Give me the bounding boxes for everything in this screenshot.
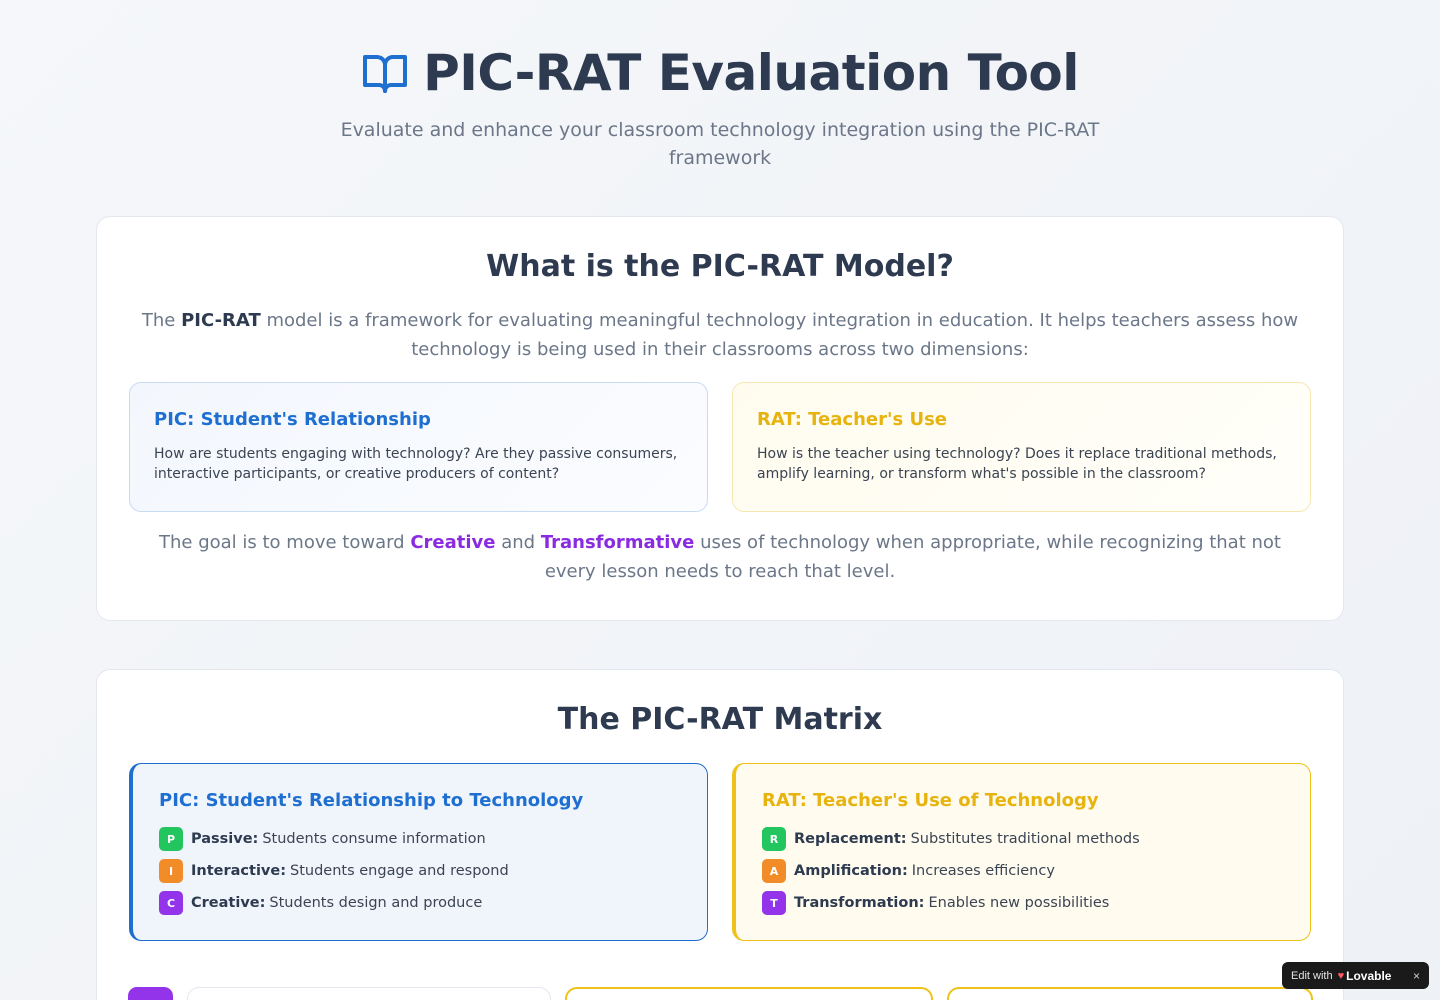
item-desc: Increases efficiency — [911, 863, 1055, 879]
badge-c: C — [159, 891, 183, 915]
matrix-cell[interactable] — [947, 987, 1313, 1000]
badge-p: P — [159, 827, 183, 851]
rat-matrix-title: RAT: Teacher's Use of Technology — [762, 790, 1099, 811]
badge-prefix: Edit with — [1291, 969, 1333, 982]
item-desc: Students engage and respond — [290, 863, 509, 879]
dimension-row: PIC: Student's Relationship How are stud… — [97, 382, 1343, 512]
rat-dimension-box: RAT: Teacher's Use How is the teacher us… — [732, 382, 1311, 512]
about-intro: The PIC-RAT model is a framework for eva… — [97, 306, 1343, 364]
item-label: Transformation: — [794, 895, 925, 911]
page-header: PIC-RAT Evaluation Tool Evaluate and enh… — [0, 0, 1440, 172]
matrix-row: PIC: Student's Relationship to Technolog… — [97, 763, 1343, 941]
heart-icon: ♥ — [1337, 969, 1345, 982]
rat-dimension-title: RAT: Teacher's Use — [757, 409, 947, 430]
matrix-grid-preview — [128, 987, 1313, 1000]
pic-item-creative: C Creative: Students design and produce — [159, 887, 681, 919]
rat-item-amplification: A Amplification: Increases efficiency — [762, 855, 1284, 887]
pic-dimension-text: How are students engaging with technolog… — [154, 446, 678, 482]
rat-item-replacement: R Replacement: Substitutes traditional m… — [762, 823, 1284, 855]
item-desc: Students consume information — [262, 831, 486, 847]
badge-brand: Lovable — [1346, 968, 1392, 983]
about-card: What is the PIC-RAT Model? The PIC-RAT m… — [96, 216, 1344, 621]
rat-matrix-box: RAT: Teacher's Use of Technology R Repla… — [732, 763, 1311, 941]
pic-matrix-title: PIC: Student's Relationship to Technolog… — [159, 790, 584, 811]
close-icon[interactable]: × — [1413, 969, 1420, 983]
item-desc: Students design and produce — [269, 895, 483, 911]
rat-item-transformation: T Transformation: Enables new possibilit… — [762, 887, 1284, 919]
goal-highlight-creative: Creative — [410, 532, 496, 553]
item-desc: Enables new possibilities — [928, 895, 1110, 911]
page-title: PIC-RAT Evaluation Tool — [423, 44, 1079, 102]
item-desc: Substitutes traditional methods — [910, 831, 1140, 847]
page-subtitle: Evaluate and enhance your classroom tech… — [340, 119, 1100, 169]
matrix-axis-cell — [128, 987, 173, 1000]
badge-t: T — [762, 891, 786, 915]
badge-a: A — [762, 859, 786, 883]
item-label: Creative: — [191, 895, 266, 911]
intro-text-post: model is a framework for evaluating mean… — [260, 310, 1299, 360]
goal-pre: The goal is to move toward — [159, 532, 411, 553]
matrix-card: The PIC-RAT Matrix PIC: Student's Relati… — [96, 669, 1344, 1000]
intro-text-bold: PIC-RAT — [181, 310, 261, 331]
item-label: Interactive: — [191, 863, 287, 879]
pic-dimension-title: PIC: Student's Relationship — [154, 409, 431, 430]
matrix-cell[interactable] — [187, 987, 551, 1000]
badge-i: I — [159, 859, 183, 883]
pic-matrix-box: PIC: Student's Relationship to Technolog… — [129, 763, 708, 941]
item-label: Passive: — [191, 831, 259, 847]
pic-item-interactive: I Interactive: Students engage and respo… — [159, 855, 681, 887]
intro-text-pre: The — [141, 310, 182, 331]
matrix-cell[interactable] — [565, 987, 933, 1000]
title-row: PIC-RAT Evaluation Tool — [0, 44, 1440, 102]
matrix-heading: The PIC-RAT Matrix — [557, 702, 883, 737]
item-label: Amplification: — [794, 863, 908, 879]
goal-highlight-transformative: Transformative — [540, 532, 695, 553]
pic-item-passive: P Passive: Students consume information — [159, 823, 681, 855]
badge-r: R — [762, 827, 786, 851]
item-label: Replacement: — [794, 831, 907, 847]
about-heading: What is the PIC-RAT Model? — [486, 249, 954, 284]
pic-dimension-box: PIC: Student's Relationship How are stud… — [129, 382, 708, 512]
goal-mid: and — [495, 532, 541, 553]
goal-text: The goal is to move toward Creative and … — [97, 528, 1343, 586]
rat-dimension-text: How is the teacher using technology? Doe… — [757, 446, 1277, 482]
book-open-icon — [363, 55, 408, 93]
edit-with-lovable-badge[interactable]: Edit with ♥ Lovable × — [1282, 962, 1429, 989]
